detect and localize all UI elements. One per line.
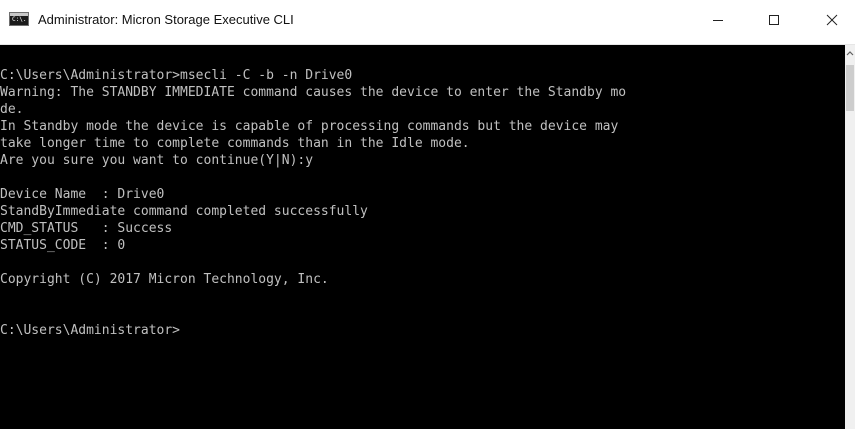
console-line: Warning: The STANDBY IMMEDIATE command c… — [0, 85, 627, 100]
command-prompt-icon[interactable]: C:\. — [9, 12, 29, 26]
title-bar[interactable]: C:\. Administrator: Micron Storage Execu… — [0, 0, 855, 45]
close-button[interactable] — [809, 0, 855, 40]
console-line: Device Name : Drive0 — [0, 187, 165, 202]
minimize-button[interactable] — [695, 0, 741, 40]
console-line: C:\Users\Administrator>msecli -C -b -n D… — [0, 68, 353, 83]
console-line: Are you sure you want to continue(Y|N):y — [0, 153, 314, 168]
window-title: Administrator: Micron Storage Executive … — [38, 12, 294, 27]
maximize-button[interactable] — [751, 0, 797, 40]
console-line: In Standby mode the device is capable of… — [0, 119, 619, 134]
console-line: C:\Users\Administrator> — [0, 323, 181, 338]
console-line: StandByImmediate command completed succe… — [0, 204, 368, 219]
vertical-scrollbar[interactable] — [845, 45, 855, 429]
console-output[interactable]: C:\Users\Administrator>msecli -C -b -n D… — [0, 45, 845, 429]
console-line: STATUS_CODE : 0 — [0, 238, 126, 253]
console-line: CMD_STATUS : Success — [0, 221, 173, 236]
minimize-icon — [712, 14, 724, 26]
scroll-up-arrow-icon[interactable] — [845, 47, 855, 59]
console-text: C:\Users\Administrator>msecli -C -b -n D… — [0, 45, 845, 339]
console-line: take longer time to complete commands th… — [0, 136, 470, 151]
console-line: Copyright (C) 2017 Micron Technology, In… — [0, 272, 329, 287]
console-line: de. — [0, 102, 24, 117]
maximize-icon — [768, 14, 780, 26]
close-icon — [826, 14, 838, 26]
console-window: C:\. Administrator: Micron Storage Execu… — [0, 0, 855, 429]
scrollbar-thumb[interactable] — [846, 65, 854, 111]
